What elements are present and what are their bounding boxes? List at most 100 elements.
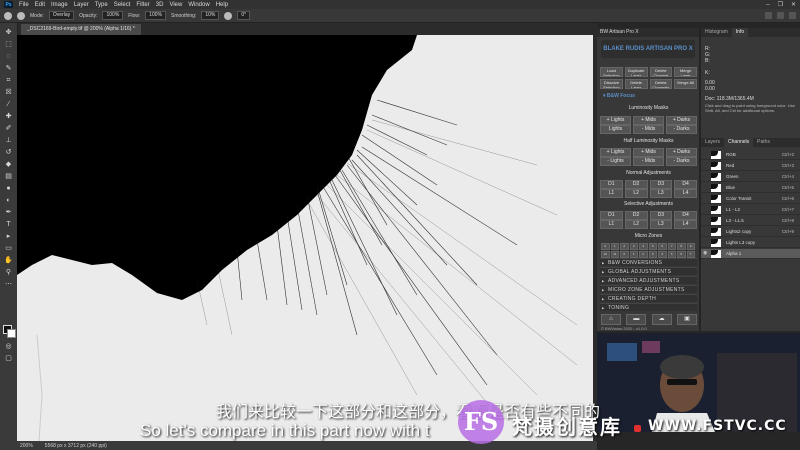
half-plus-darks-button[interactable]: + Darks	[666, 148, 697, 157]
zone-button[interactable]: 4	[658, 251, 667, 258]
eye-icon[interactable]: ◉	[703, 251, 708, 256]
tab-info[interactable]: Info	[731, 28, 749, 37]
zone-button[interactable]: 6	[658, 243, 667, 250]
screen-mode-icon[interactable]: ▢	[4, 355, 13, 363]
zone-button[interactable]: 2	[620, 243, 629, 250]
lum-plus-darks-button[interactable]: + Darks	[666, 116, 697, 125]
history-brush-icon[interactable]: ↺	[4, 149, 13, 157]
eye-icon[interactable]	[703, 240, 708, 245]
brush-preset-icon[interactable]	[17, 11, 25, 20]
cloud-icon[interactable]: ☁	[651, 314, 672, 325]
selective-l4-button[interactable]: L4	[674, 220, 697, 229]
section-global-adjustments[interactable]: GLOBAL ADJUSTMENTS	[600, 267, 697, 276]
channel-row[interactable]: Color Transit Ctrl+6	[701, 194, 800, 204]
lum-plus-mids-button[interactable]: + Mids	[633, 116, 664, 125]
zone-button[interactable]: 7	[667, 243, 676, 250]
lum-plus-lights-button[interactable]: + Lights	[600, 116, 631, 125]
frame-tool-icon[interactable]: ☒	[4, 89, 13, 97]
channel-row[interactable]: Lights L3 copy	[701, 238, 800, 248]
angle-field[interactable]: 0°	[237, 11, 251, 20]
zone-button[interactable]: 7	[686, 251, 695, 258]
save-icon[interactable]: ▬	[626, 314, 647, 325]
eyedropper-icon[interactable]: ⁄	[4, 101, 13, 109]
normal-d4-button[interactable]: D4	[674, 180, 697, 189]
eye-icon[interactable]	[703, 185, 708, 190]
delete-channel-button[interactable]: Delete Channel	[649, 67, 673, 77]
channel-row[interactable]: Blue Ctrl+5	[701, 183, 800, 193]
channel-row[interactable]: Green Ctrl+4	[701, 172, 800, 182]
zone-button[interactable]: 1	[610, 243, 619, 250]
search-icon[interactable]	[765, 12, 772, 19]
brush-tool-icon[interactable]: ✐	[4, 125, 13, 133]
menu-select[interactable]: Select	[114, 2, 131, 8]
eye-icon[interactable]	[703, 152, 708, 157]
zone-button[interactable]: 9	[686, 243, 695, 250]
opacity-field[interactable]: 100%	[102, 11, 124, 20]
path-select-icon[interactable]: ▸	[4, 233, 13, 241]
gear-icon[interactable]	[224, 11, 233, 20]
channel-row[interactable]: L3 - L1.5 Ctrl+8	[701, 216, 800, 226]
zone-button[interactable]: 6	[677, 251, 686, 258]
quick-select-icon[interactable]: ✎	[4, 65, 13, 73]
menu-window[interactable]: Window	[188, 2, 209, 8]
menu-file[interactable]: File	[19, 2, 29, 8]
eye-icon[interactable]	[703, 163, 708, 168]
lum-minus-darks-button[interactable]: - Darks	[666, 125, 697, 134]
menu-filter[interactable]: Filter	[136, 2, 149, 8]
selective-l3-button[interactable]: L3	[649, 220, 673, 229]
smoothing-field[interactable]: 10%	[201, 11, 220, 20]
eye-icon[interactable]	[703, 196, 708, 201]
marquee-tool-icon[interactable]: ⬚	[4, 41, 13, 49]
selective-l1-button[interactable]: L1	[600, 220, 623, 229]
eye-icon[interactable]	[703, 218, 708, 223]
dissolve-selection-button[interactable]: Dissolve Selection	[600, 79, 623, 89]
zone-button[interactable]: 3	[648, 251, 657, 258]
workspace-icon[interactable]	[777, 12, 784, 19]
eye-icon[interactable]	[703, 207, 708, 212]
zone-button[interactable]: 2	[639, 251, 648, 258]
more-tools-icon[interactable]: ⋯	[4, 281, 13, 289]
normal-d3-button[interactable]: D3	[649, 180, 673, 189]
normal-l1-button[interactable]: L1	[600, 189, 623, 198]
merge-all-button[interactable]: Merge All	[674, 79, 697, 89]
section-advanced-adjustments[interactable]: ADVANCED ADJUSTMENTS	[600, 276, 697, 285]
zoom-tool-icon[interactable]: ⚲	[4, 269, 13, 277]
hand-tool-icon[interactable]: ✋	[4, 257, 13, 265]
zone-button[interactable]: 3	[629, 243, 638, 250]
tab-channels[interactable]: Channels	[724, 138, 754, 147]
menu-edit[interactable]: Edit	[35, 2, 45, 8]
selective-d4-button[interactable]: D4	[674, 211, 697, 220]
photoshop-logo-icon[interactable]: Ps	[4, 1, 13, 8]
selective-d2-button[interactable]: D2	[624, 211, 648, 220]
channel-row[interactable]: Lights2 copy Ctrl+9	[701, 227, 800, 237]
lum-lights-button[interactable]: Lights	[600, 125, 631, 134]
load-selection-button[interactable]: Load Selection	[600, 67, 623, 77]
merge-layer-button[interactable]: Merge Layer	[674, 67, 697, 77]
zone-button[interactable]: 5	[667, 251, 676, 258]
half-minus-mids-button[interactable]: - Mids	[633, 157, 664, 166]
tab-paths[interactable]: Paths	[753, 138, 774, 147]
channel-row-selected[interactable]: ◉ Alpha 1	[701, 249, 800, 259]
menu-type[interactable]: Type	[95, 2, 108, 8]
zone-button[interactable]: 0	[601, 243, 610, 250]
menu-layer[interactable]: Layer	[74, 2, 89, 8]
delete-layer-button[interactable]: Delete Layer	[624, 79, 648, 89]
zone-button[interactable]: 1	[629, 251, 638, 258]
mode-select[interactable]: Overlay	[48, 11, 75, 20]
zone-button[interactable]: 5	[648, 243, 657, 250]
channel-row[interactable]: Red Ctrl+3	[701, 161, 800, 171]
home-icon[interactable]	[4, 11, 12, 20]
gradient-tool-icon[interactable]: ▤	[4, 173, 13, 181]
eraser-tool-icon[interactable]: ◆	[4, 161, 13, 169]
normal-l3-button[interactable]: L3	[649, 189, 673, 198]
eye-icon[interactable]	[703, 174, 708, 179]
lum-minus-mids-button[interactable]: - Mids	[633, 125, 664, 134]
flow-field[interactable]: 100%	[145, 11, 167, 20]
half-minus-darks-button[interactable]: - Darks	[666, 157, 697, 166]
layers-icon[interactable]: ▣	[676, 314, 697, 325]
close-icon[interactable]: ✕	[791, 1, 796, 8]
document-info[interactable]: 5568 px x 3712 px (240 ppi)	[45, 443, 107, 449]
type-tool-icon[interactable]: T	[4, 221, 13, 229]
zone-button[interactable]: 4	[639, 243, 648, 250]
channel-row[interactable]: L1 - L2 Ctrl+7	[701, 205, 800, 215]
